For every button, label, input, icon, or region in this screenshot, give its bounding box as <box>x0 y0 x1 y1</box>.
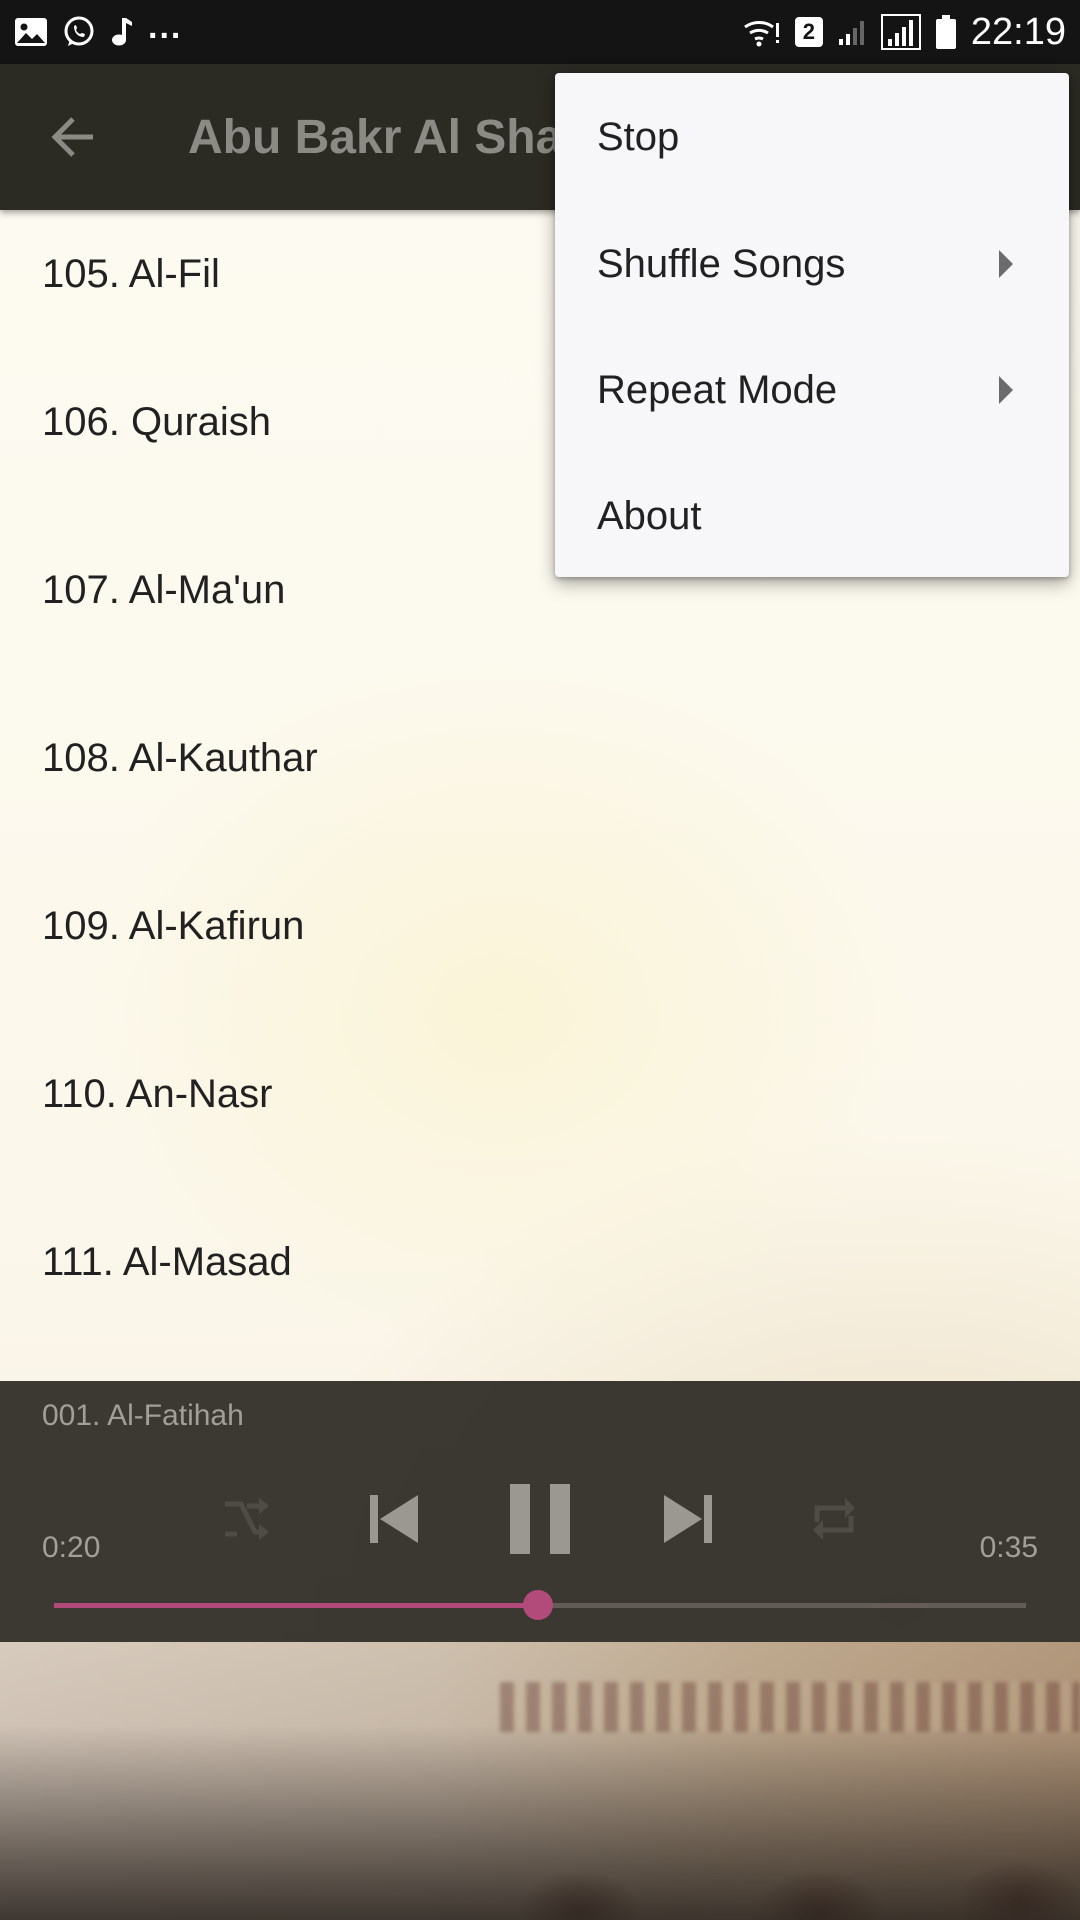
status-bar: ... 2 22:19 <box>0 0 1080 64</box>
submenu-arrow-icon <box>999 250 1013 278</box>
page-title: Abu Bakr Al Sha <box>188 110 563 164</box>
shuffle-icon <box>225 1498 269 1540</box>
menu-item-label: About <box>597 493 702 538</box>
wifi-icon <box>743 17 781 47</box>
total-time: 0:35 <box>979 1531 1038 1564</box>
menu-item-stop[interactable]: Stop <box>555 73 1069 201</box>
battery-icon <box>935 14 957 50</box>
submenu-arrow-icon <box>999 376 1013 404</box>
next-button[interactable] <box>638 1469 738 1569</box>
back-button[interactable] <box>0 64 146 210</box>
menu-item-label: Repeat Mode <box>597 367 838 412</box>
whatsapp-icon <box>62 15 96 49</box>
gallery-icon <box>14 17 48 47</box>
skip-next-icon <box>664 1495 712 1543</box>
seek-bar[interactable] <box>54 1590 1026 1620</box>
music-note-icon <box>110 16 134 48</box>
list-item[interactable]: 108. Al-Kauthar <box>0 674 1080 842</box>
more-notifications-indicator: ... <box>148 7 183 46</box>
album-art-background <box>0 1642 1080 1920</box>
now-playing-title: 001. Al-Fatihah <box>42 1399 244 1432</box>
list-item[interactable]: 111. Al-Masad <box>0 1178 1080 1346</box>
seek-thumb[interactable] <box>523 1590 554 1620</box>
menu-item-label: Stop <box>597 114 680 159</box>
menu-item-label: Shuffle Songs <box>597 241 846 286</box>
signal-weak-icon <box>837 17 867 47</box>
sim-badge: 2 <box>794 17 823 47</box>
bottom-fade <box>0 1642 1080 1920</box>
menu-item-shuffle-songs[interactable]: Shuffle Songs <box>555 201 1069 327</box>
player-panel: 001. Al-Fatihah 0:20 0:35 <box>0 1381 1080 1642</box>
status-left: ... <box>14 8 182 49</box>
previous-button[interactable] <box>344 1469 444 1569</box>
arrow-back-icon <box>51 117 93 157</box>
clock: 22:19 <box>970 10 1066 53</box>
repeat-icon <box>813 1498 855 1540</box>
menu-item-about[interactable]: About <box>555 453 1069 579</box>
repeat-button[interactable] <box>784 1469 884 1569</box>
signal-icon <box>880 14 921 50</box>
list-item[interactable]: 110. An-Nasr <box>0 1010 1080 1178</box>
menu-item-repeat-mode[interactable]: Repeat Mode <box>555 327 1069 453</box>
skip-previous-icon <box>370 1495 418 1543</box>
status-right: 2 22:19 <box>743 11 1066 54</box>
pause-button[interactable] <box>490 1469 590 1569</box>
elapsed-time: 0:20 <box>42 1531 101 1564</box>
list-item[interactable]: 109. Al-Kafirun <box>0 842 1080 1010</box>
pause-icon <box>510 1484 570 1554</box>
seek-progress <box>54 1603 539 1608</box>
playback-controls <box>0 1469 1080 1569</box>
overflow-menu: Stop Shuffle Songs Repeat Mode About <box>555 73 1069 577</box>
shuffle-button[interactable] <box>196 1469 296 1569</box>
